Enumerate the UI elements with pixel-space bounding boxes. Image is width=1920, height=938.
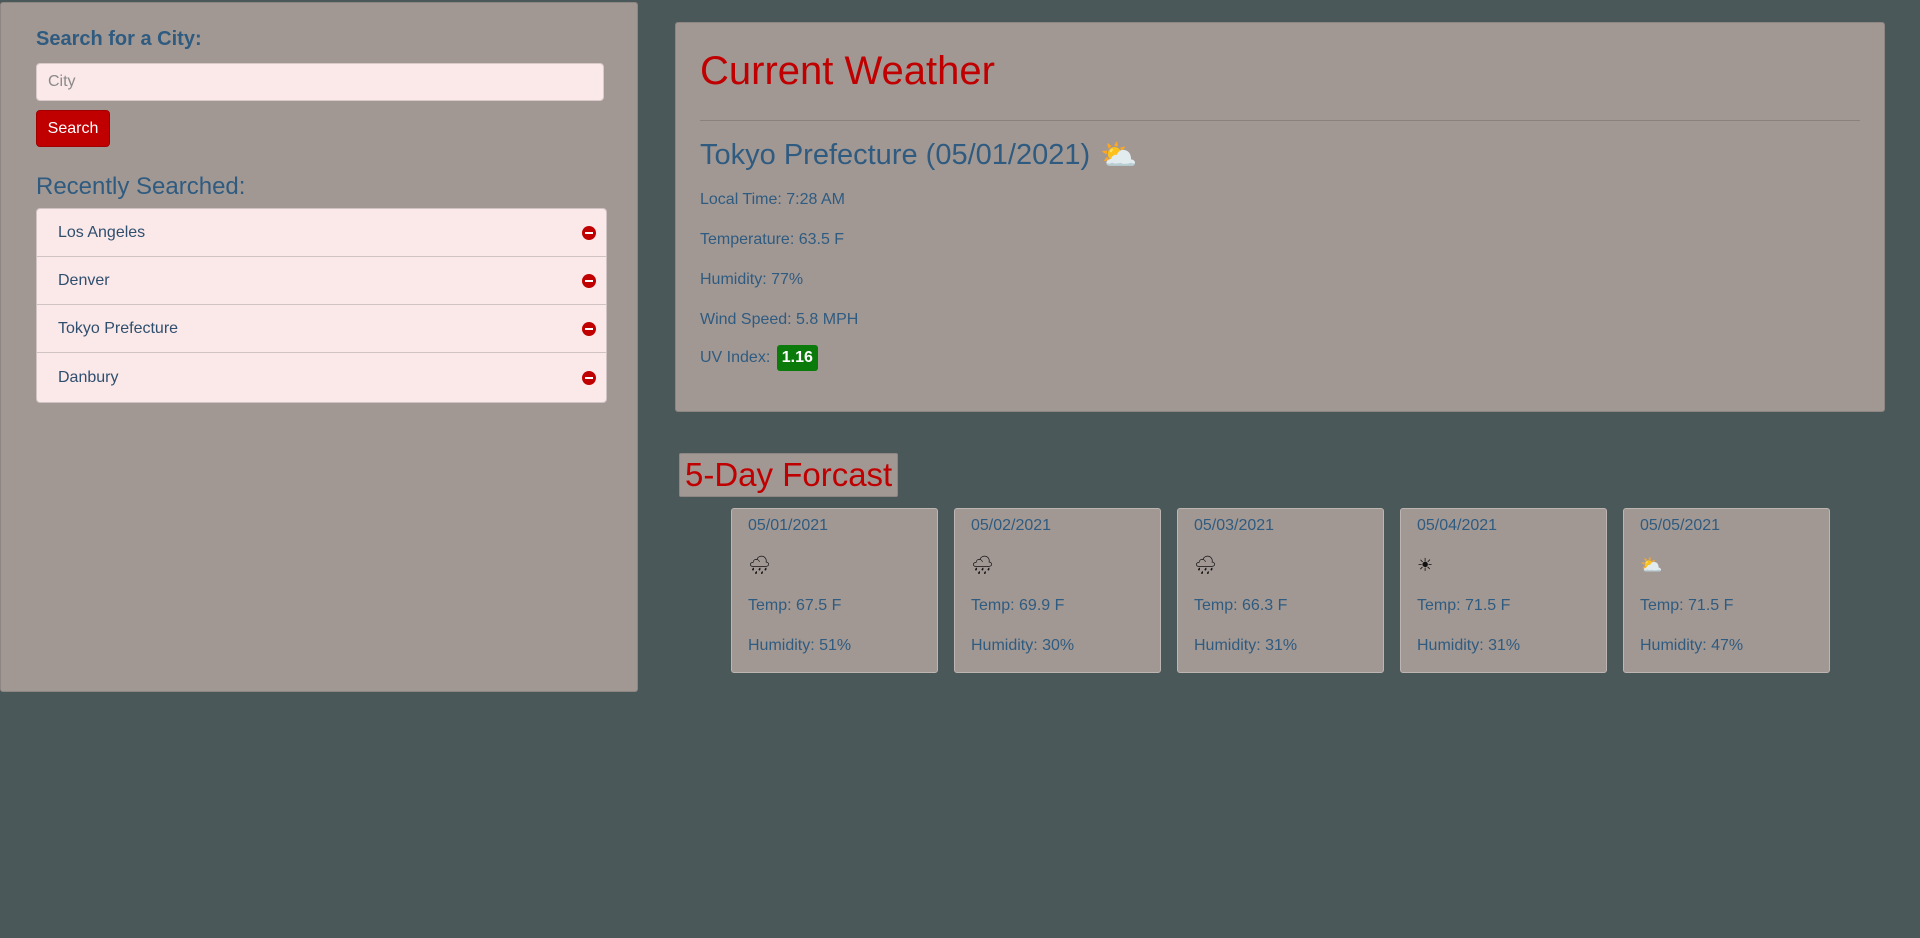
forecast-date: 05/05/2021 xyxy=(1640,517,1721,534)
uv-index-badge: 1.16 xyxy=(776,345,818,371)
forecast-card: 05/02/2021 🌧 Temp: 69.9 F Humidity: 30% xyxy=(954,508,1161,673)
recent-search-item[interactable]: Denver xyxy=(37,257,606,305)
forecast-title: 5-Day Forcast xyxy=(679,453,899,497)
search-label: Search for a City: xyxy=(36,28,202,50)
forecast-temp: Temp: 71.5 F xyxy=(1640,597,1734,614)
rain-icon: 🌧 xyxy=(971,555,994,575)
forecast-humidity: Humidity: 30% xyxy=(971,637,1075,654)
forecast-temp: Temp: 67.5 F xyxy=(748,597,842,614)
forecast-card: 05/05/2021 ⛅ Temp: 71.5 F Humidity: 47% xyxy=(1623,508,1830,673)
rain-icon: 🌧 xyxy=(748,555,771,575)
recently-searched-heading: Recently Searched: xyxy=(36,173,246,200)
forecast-humidity: Humidity: 31% xyxy=(1417,637,1521,654)
partly-cloudy-icon: ⛅ xyxy=(1100,139,1138,172)
forecast-temp: Temp: 71.5 F xyxy=(1417,597,1511,614)
partly-cloudy-icon: ⛅ xyxy=(1640,555,1663,575)
uv-index-label: UV Index: xyxy=(700,349,771,366)
forecast-date: 05/03/2021 xyxy=(1194,517,1275,534)
search-sidebar: Search for a City: Search Recently Searc… xyxy=(0,2,638,692)
forecast-humidity: Humidity: 51% xyxy=(748,637,852,654)
recent-search-label[interactable]: Denver xyxy=(58,272,110,290)
minus-circle-icon[interactable] xyxy=(582,321,596,336)
forecast-card: 05/04/2021 ☀ Temp: 71.5 F Humidity: 31% xyxy=(1400,508,1607,673)
current-weather-panel: Current Weather Tokyo Prefecture (05/01/… xyxy=(675,22,1885,412)
city-heading: Tokyo Prefecture (05/01/2021) ⛅ xyxy=(700,138,1137,173)
recent-search-label[interactable]: Tokyo Prefecture xyxy=(58,320,178,338)
forecast-temp: Temp: 66.3 F xyxy=(1194,597,1288,614)
recent-search-label[interactable]: Los Angeles xyxy=(58,224,145,242)
sun-icon: ☀ xyxy=(1417,555,1434,575)
minus-circle-icon[interactable] xyxy=(582,273,596,288)
recent-search-item[interactable]: Los Angeles xyxy=(37,209,606,257)
wind-speed: Wind Speed: 5.8 MPH xyxy=(700,311,859,328)
current-weather-title: Current Weather xyxy=(700,49,995,93)
forecast-card: 05/01/2021 🌧 Temp: 67.5 F Humidity: 51% xyxy=(731,508,938,673)
local-time: Local Time: 7:28 AM xyxy=(700,191,845,208)
recent-search-label[interactable]: Danbury xyxy=(58,369,118,387)
forecast-humidity: Humidity: 47% xyxy=(1640,637,1744,654)
divider xyxy=(700,120,1860,121)
rain-icon: 🌧 xyxy=(1194,555,1217,575)
forecast-date: 05/04/2021 xyxy=(1417,517,1498,534)
city-search-input[interactable] xyxy=(36,63,604,101)
search-button[interactable]: Search xyxy=(36,110,110,147)
recent-searches-list: Los Angeles Denver Tokyo Prefecture Danb… xyxy=(36,208,607,403)
recent-search-item[interactable]: Tokyo Prefecture xyxy=(37,305,606,353)
forecast-date: 05/02/2021 xyxy=(971,517,1052,534)
temperature: Temperature: 63.5 F xyxy=(700,231,845,248)
forecast-card: 05/03/2021 🌧 Temp: 66.3 F Humidity: 31% xyxy=(1177,508,1384,673)
forecast-humidity: Humidity: 31% xyxy=(1194,637,1298,654)
minus-circle-icon[interactable] xyxy=(582,225,596,240)
recent-search-item[interactable]: Danbury xyxy=(37,353,606,402)
city-name-date: Tokyo Prefecture (05/01/2021) xyxy=(700,139,1091,171)
minus-circle-icon[interactable] xyxy=(582,370,596,385)
forecast-date: 05/01/2021 xyxy=(748,517,829,534)
uv-index: UV Index: 1.16 xyxy=(700,345,818,371)
humidity: Humidity: 77% xyxy=(700,271,804,288)
forecast-temp: Temp: 69.9 F xyxy=(971,597,1065,614)
